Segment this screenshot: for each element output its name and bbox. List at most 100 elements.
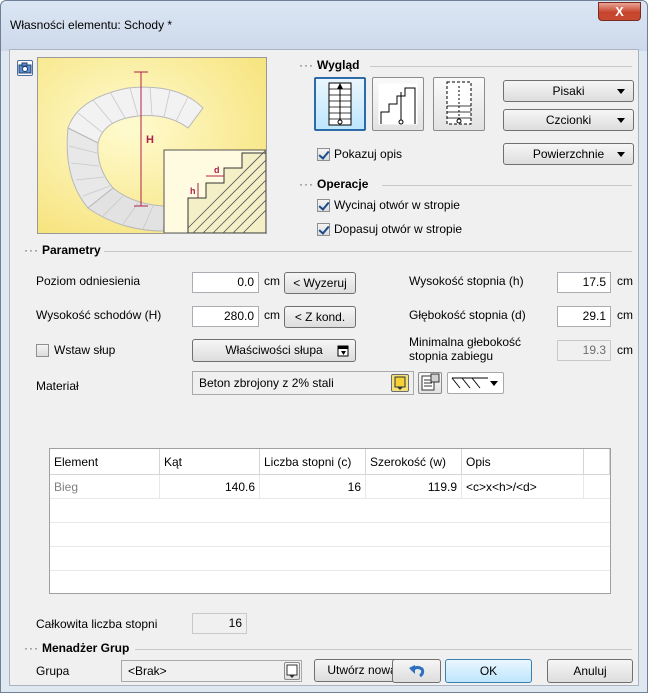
cut-opening-label: Wycinaj otwór w stropie xyxy=(334,198,460,212)
show-description-label: Pokazuj opis xyxy=(334,147,403,161)
cell-description: <c>x<h>/<d> xyxy=(462,475,584,499)
close-button[interactable]: X xyxy=(598,2,641,21)
column-header-description[interactable]: Opis xyxy=(462,449,584,475)
min-depth-label-1: Minimalna głebokość xyxy=(409,335,522,349)
insert-column-checkbox[interactable] xyxy=(36,344,49,357)
dialog-body: H h d ··· Wygląd Pisaki Czcionki Powierz… xyxy=(9,49,639,686)
window-title: Własności elementu: Schody * xyxy=(10,18,173,32)
material-value: Beton zbrojony z 2% stali xyxy=(199,376,334,390)
chevron-down-icon xyxy=(617,118,625,123)
surfaces-label: Powierzchnie xyxy=(532,147,605,161)
surfaces-dropdown[interactable]: Powierzchnie xyxy=(503,143,634,165)
step-depth-input[interactable]: 29.1 xyxy=(557,306,611,327)
operations-heading: ··· Operacje xyxy=(299,177,369,191)
stair-section-view-button[interactable] xyxy=(372,77,424,131)
column-properties-button[interactable]: Właściwości słupa xyxy=(192,339,356,362)
stair-plan-dashed-view-button[interactable] xyxy=(433,77,485,131)
camera-icon[interactable] xyxy=(17,60,33,76)
flights-table[interactable]: Element Kąt Liczba stopni (c) Szerokość … xyxy=(49,448,611,594)
min-depth-input: 19.3 xyxy=(557,340,611,361)
dialog-window: Własności elementu: Schody * X H h d ···… xyxy=(0,0,648,693)
group-picker-button[interactable] xyxy=(284,662,300,680)
undo-icon xyxy=(409,665,425,678)
material-select[interactable]: Beton zbrojony z 2% stali xyxy=(192,371,414,395)
open-dialog-icon xyxy=(337,345,349,357)
stair-section-view-icon xyxy=(378,83,418,125)
insert-column-label: Wstaw słup xyxy=(54,343,116,357)
stair-preview-image: H h d xyxy=(37,57,267,234)
chevron-down-icon xyxy=(617,89,625,94)
step-height-unit: cm xyxy=(617,274,633,288)
undo-button[interactable] xyxy=(392,659,441,683)
from-story-button[interactable]: < Z kond. xyxy=(284,306,356,328)
material-icon xyxy=(394,376,406,390)
fit-opening-label: Dopasuj otwór w stropie xyxy=(334,222,463,236)
reference-level-label: Poziom odniesienia xyxy=(36,274,141,288)
appearance-heading: ··· Wygląd xyxy=(299,58,360,72)
properties-icon xyxy=(421,373,440,391)
cell-element: Bieg xyxy=(50,475,160,499)
column-header-width[interactable]: Szerokość (w) xyxy=(366,449,462,475)
chevron-down-icon xyxy=(490,381,498,386)
pens-label: Pisaki xyxy=(552,84,585,98)
parameters-divider xyxy=(104,251,632,252)
hatch-pattern-icon xyxy=(451,377,488,389)
chevron-down-icon xyxy=(617,152,625,157)
column-header-element[interactable]: Element xyxy=(50,449,160,475)
min-depth-unit: cm xyxy=(617,343,633,357)
cancel-button[interactable]: Anuluj xyxy=(547,659,633,683)
reference-level-input[interactable]: 0.0 xyxy=(192,272,259,293)
hatch-dropdown[interactable] xyxy=(447,372,504,394)
table-row-empty xyxy=(50,523,610,547)
cell-steps: 16 xyxy=(260,475,366,499)
stair-plan-view-icon xyxy=(328,82,352,126)
cell-angle: 140.6 xyxy=(160,475,260,499)
table-row-empty xyxy=(50,547,610,571)
group-select[interactable]: <Brak> xyxy=(121,660,302,682)
min-depth-label-2: stopnia zabiegu xyxy=(409,349,494,363)
appearance-divider xyxy=(370,66,632,67)
step-depth-unit: cm xyxy=(617,308,633,322)
material-picker-button[interactable] xyxy=(391,374,409,392)
column-header-angle[interactable]: Kąt xyxy=(160,449,260,475)
preview-small-d-label: d xyxy=(214,165,220,175)
fonts-label: Czcionki xyxy=(545,113,592,127)
cell-width: 119.9 xyxy=(366,475,462,499)
stair-height-input[interactable]: 280.0 xyxy=(192,306,259,327)
step-depth-label: Głębokość stopnia (d) xyxy=(409,308,526,322)
stair-height-unit: cm xyxy=(264,308,280,322)
group-manager-divider xyxy=(135,649,632,650)
group-value: <Brak> xyxy=(128,664,167,678)
table-row-empty xyxy=(50,571,610,593)
column-header-steps[interactable]: Liczba stopni (c) xyxy=(260,449,366,475)
table-row[interactable]: Bieg 140.6 16 119.9 <c>x<h>/<d> xyxy=(50,475,610,499)
total-steps-value: 16 xyxy=(192,613,247,634)
column-properties-label: Właściwości słupa xyxy=(225,343,323,357)
preview-small-h-label: h xyxy=(190,186,196,196)
total-steps-label: Całkowita liczba stopni xyxy=(36,617,158,631)
stair-height-label: Wysokość schodów (H) xyxy=(36,308,162,322)
ok-button[interactable]: OK xyxy=(445,659,532,683)
material-properties-button[interactable] xyxy=(418,372,442,394)
group-manager-heading: ··· Menadżer Grup xyxy=(24,641,130,655)
table-row-empty xyxy=(50,499,610,523)
title-bar[interactable]: Własności elementu: Schody * X xyxy=(1,1,647,51)
step-height-input[interactable]: 17.5 xyxy=(557,272,611,293)
reset-button[interactable]: < Wyzeruj xyxy=(284,272,356,294)
stair-plan-view-button[interactable] xyxy=(314,77,366,131)
stair-plan-dashed-view-icon xyxy=(446,81,472,125)
pens-dropdown[interactable]: Pisaki xyxy=(503,80,634,102)
step-height-label: Wysokość stopnia (h) xyxy=(409,274,524,288)
parameters-heading: ··· Parametry xyxy=(24,243,101,257)
group-label: Grupa xyxy=(36,664,70,678)
operations-divider xyxy=(382,185,632,186)
cut-opening-checkbox[interactable] xyxy=(317,199,330,212)
show-description-checkbox[interactable] xyxy=(317,148,330,161)
fonts-dropdown[interactable]: Czcionki xyxy=(503,109,634,131)
material-label: Materiał xyxy=(36,379,79,393)
preview-h-label: H xyxy=(146,134,154,146)
reference-level-unit: cm xyxy=(264,274,280,288)
dropdown-list-icon xyxy=(286,664,298,678)
column-header-spare xyxy=(584,449,610,475)
fit-opening-checkbox[interactable] xyxy=(317,223,330,236)
